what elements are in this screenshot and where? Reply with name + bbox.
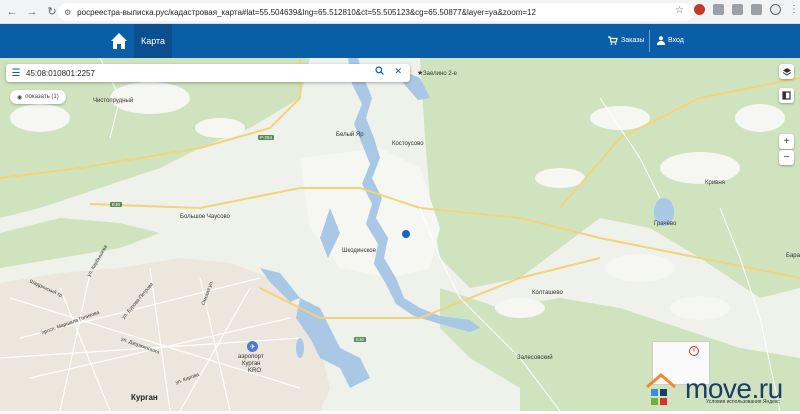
label-bely-yar: Белый Яр [336, 132, 364, 138]
favorite-star-icon[interactable]: ★ [417, 69, 423, 77]
show-results-label: показать (1) [25, 94, 59, 100]
show-results-button[interactable]: ◉ показать (1) [10, 90, 66, 104]
label-krivnya: Кривня [705, 180, 725, 186]
eye-icon: ◉ [17, 94, 23, 101]
label-airport-2: Курган [242, 361, 261, 367]
yandex-attribution[interactable]: Условия использования Яндекс [706, 399, 780, 405]
extensions-puzzle-icon[interactable] [732, 4, 743, 15]
airport-icon: ✈ [247, 341, 258, 352]
road-badge-e30-2: E30 [354, 337, 367, 342]
home-icon[interactable] [108, 30, 130, 52]
layers-icon[interactable] [779, 64, 794, 79]
extensions-area: ⋮ [694, 4, 799, 15]
ruler-icon[interactable] [779, 88, 794, 103]
url-text: росреестра-выписка.рус/кадастровая_карта… [77, 7, 536, 17]
zoom-in-button[interactable]: + [779, 134, 794, 149]
address-bar[interactable]: ⚙ росреестра-выписка.рус/кадастровая_кар… [58, 3, 694, 21]
label-chistoprudny: Чистопрудный [93, 98, 134, 104]
tab-map[interactable]: Карта [134, 24, 172, 58]
forward-icon[interactable]: → [24, 4, 40, 20]
menu-icon[interactable]: ☰ [6, 64, 26, 82]
zoom-out-button[interactable]: − [779, 150, 794, 165]
search-icon[interactable] [375, 66, 384, 77]
label-shkodinskoe: Шкодинское [342, 248, 376, 254]
profile-avatar-icon[interactable] [770, 4, 781, 15]
login-label: Вход [668, 37, 684, 44]
cart-icon [608, 36, 618, 45]
label-airport-1: аэропорт [238, 354, 264, 360]
bookmark-star-icon[interactable]: ☆ [675, 5, 684, 16]
extension-icon[interactable] [694, 4, 705, 15]
search-input[interactable] [26, 68, 346, 78]
label-kurgan: Курган [131, 393, 158, 402]
orders-label: Заказы [621, 37, 645, 44]
moveru-logo [643, 369, 683, 409]
browser-menu-icon[interactable]: ⋮ [789, 4, 799, 15]
label-koltashevo: Колташево [532, 290, 563, 296]
road-badge-r254: Р-254 [258, 135, 275, 140]
road-badge-e30: E30 [110, 202, 123, 207]
search-panel: ☰ ✕ [6, 64, 410, 82]
site-header: Карта Заказы Вход [0, 24, 800, 58]
browser-toolbar: ← → ↻ ⚙ росреестра-выписка.рус/кадастров… [0, 0, 800, 24]
parcel-marker[interactable] [402, 230, 410, 238]
label-grachevo: Грачёво [654, 221, 677, 227]
label-bolshoe-chausovo: Большое Чаусово [180, 214, 230, 220]
user-icon [657, 36, 665, 45]
header-divider [649, 30, 650, 52]
label-zalesovsky: Залесовский [517, 355, 553, 361]
close-icon[interactable]: ✕ [394, 66, 402, 77]
ad-close-icon[interactable]: Y [689, 346, 699, 356]
login-link[interactable]: Вход [657, 36, 684, 45]
orders-link[interactable]: Заказы [608, 36, 644, 45]
site-info-icon[interactable]: ⚙ [64, 8, 71, 17]
back-icon[interactable]: ← [4, 4, 20, 20]
label-zaelino: Заелино 2-е [423, 71, 457, 77]
extension-icon-2[interactable] [713, 4, 724, 15]
label-airport-3: KRO [248, 368, 262, 374]
label-kostousovo: Костоусово [392, 141, 424, 147]
sidepanel-icon[interactable] [751, 4, 762, 15]
label-bara: Бара [786, 253, 800, 259]
